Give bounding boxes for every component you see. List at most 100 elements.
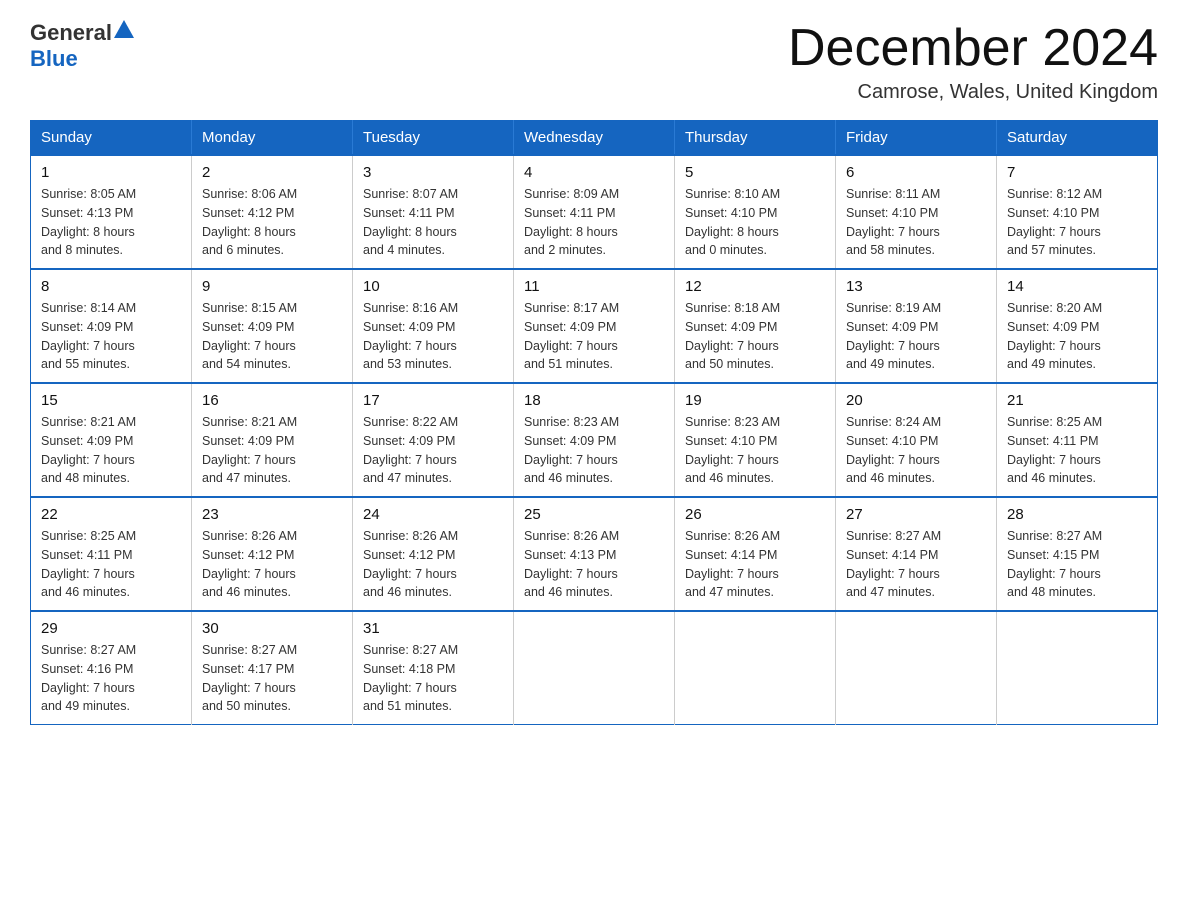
- day-info: Sunrise: 8:27 AM Sunset: 4:15 PM Dayligh…: [1007, 527, 1147, 602]
- header-tuesday: Tuesday: [353, 121, 514, 156]
- day-info: Sunrise: 8:07 AM Sunset: 4:11 PM Dayligh…: [363, 185, 503, 260]
- calendar-cell: 8 Sunrise: 8:14 AM Sunset: 4:09 PM Dayli…: [31, 269, 192, 383]
- day-number: 28: [1007, 506, 1147, 523]
- page-header: General Blue December 2024 Camrose, Wale…: [30, 20, 1158, 104]
- header-sunday: Sunday: [31, 121, 192, 156]
- day-info: Sunrise: 8:09 AM Sunset: 4:11 PM Dayligh…: [524, 185, 664, 260]
- day-number: 26: [685, 506, 825, 523]
- day-info: Sunrise: 8:21 AM Sunset: 4:09 PM Dayligh…: [202, 413, 342, 488]
- day-number: 5: [685, 164, 825, 181]
- day-info: Sunrise: 8:27 AM Sunset: 4:16 PM Dayligh…: [41, 641, 181, 716]
- calendar-body: 1 Sunrise: 8:05 AM Sunset: 4:13 PM Dayli…: [31, 155, 1158, 725]
- logo: General Blue: [30, 20, 134, 72]
- day-info: Sunrise: 8:18 AM Sunset: 4:09 PM Dayligh…: [685, 299, 825, 374]
- calendar-cell: 7 Sunrise: 8:12 AM Sunset: 4:10 PM Dayli…: [997, 155, 1158, 269]
- day-number: 8: [41, 278, 181, 295]
- day-number: 13: [846, 278, 986, 295]
- day-info: Sunrise: 8:22 AM Sunset: 4:09 PM Dayligh…: [363, 413, 503, 488]
- calendar-cell: 29 Sunrise: 8:27 AM Sunset: 4:16 PM Dayl…: [31, 611, 192, 725]
- calendar-cell: 26 Sunrise: 8:26 AM Sunset: 4:14 PM Dayl…: [675, 497, 836, 611]
- day-info: Sunrise: 8:24 AM Sunset: 4:10 PM Dayligh…: [846, 413, 986, 488]
- calendar-cell: [836, 611, 997, 725]
- day-number: 11: [524, 278, 664, 295]
- calendar-cell: 28 Sunrise: 8:27 AM Sunset: 4:15 PM Dayl…: [997, 497, 1158, 611]
- calendar-cell: 5 Sunrise: 8:10 AM Sunset: 4:10 PM Dayli…: [675, 155, 836, 269]
- day-number: 30: [202, 620, 342, 637]
- weekday-header-row: Sunday Monday Tuesday Wednesday Thursday…: [31, 121, 1158, 156]
- calendar-cell: 11 Sunrise: 8:17 AM Sunset: 4:09 PM Dayl…: [514, 269, 675, 383]
- day-number: 23: [202, 506, 342, 523]
- calendar-cell: 30 Sunrise: 8:27 AM Sunset: 4:17 PM Dayl…: [192, 611, 353, 725]
- day-info: Sunrise: 8:21 AM Sunset: 4:09 PM Dayligh…: [41, 413, 181, 488]
- header-thursday: Thursday: [675, 121, 836, 156]
- calendar-cell: [997, 611, 1158, 725]
- calendar-cell: 17 Sunrise: 8:22 AM Sunset: 4:09 PM Dayl…: [353, 383, 514, 497]
- calendar-cell: 31 Sunrise: 8:27 AM Sunset: 4:18 PM Dayl…: [353, 611, 514, 725]
- logo-general-text: General: [30, 20, 112, 46]
- day-info: Sunrise: 8:15 AM Sunset: 4:09 PM Dayligh…: [202, 299, 342, 374]
- day-number: 27: [846, 506, 986, 523]
- day-info: Sunrise: 8:23 AM Sunset: 4:10 PM Dayligh…: [685, 413, 825, 488]
- day-number: 17: [363, 392, 503, 409]
- day-info: Sunrise: 8:17 AM Sunset: 4:09 PM Dayligh…: [524, 299, 664, 374]
- day-number: 7: [1007, 164, 1147, 181]
- day-info: Sunrise: 8:12 AM Sunset: 4:10 PM Dayligh…: [1007, 185, 1147, 260]
- calendar-week-row: 1 Sunrise: 8:05 AM Sunset: 4:13 PM Dayli…: [31, 155, 1158, 269]
- calendar-cell: 10 Sunrise: 8:16 AM Sunset: 4:09 PM Dayl…: [353, 269, 514, 383]
- calendar-week-row: 22 Sunrise: 8:25 AM Sunset: 4:11 PM Dayl…: [31, 497, 1158, 611]
- calendar-week-row: 29 Sunrise: 8:27 AM Sunset: 4:16 PM Dayl…: [31, 611, 1158, 725]
- day-info: Sunrise: 8:23 AM Sunset: 4:09 PM Dayligh…: [524, 413, 664, 488]
- header-friday: Friday: [836, 121, 997, 156]
- day-info: Sunrise: 8:26 AM Sunset: 4:14 PM Dayligh…: [685, 527, 825, 602]
- calendar-cell: 20 Sunrise: 8:24 AM Sunset: 4:10 PM Dayl…: [836, 383, 997, 497]
- day-info: Sunrise: 8:25 AM Sunset: 4:11 PM Dayligh…: [1007, 413, 1147, 488]
- day-info: Sunrise: 8:19 AM Sunset: 4:09 PM Dayligh…: [846, 299, 986, 374]
- location-title: Camrose, Wales, United Kingdom: [788, 81, 1158, 104]
- calendar-table: Sunday Monday Tuesday Wednesday Thursday…: [30, 120, 1158, 725]
- day-number: 1: [41, 164, 181, 181]
- header-wednesday: Wednesday: [514, 121, 675, 156]
- calendar-cell: 21 Sunrise: 8:25 AM Sunset: 4:11 PM Dayl…: [997, 383, 1158, 497]
- calendar-week-row: 15 Sunrise: 8:21 AM Sunset: 4:09 PM Dayl…: [31, 383, 1158, 497]
- day-info: Sunrise: 8:27 AM Sunset: 4:18 PM Dayligh…: [363, 641, 503, 716]
- logo-triangle-icon: [114, 20, 134, 38]
- calendar-cell: [514, 611, 675, 725]
- day-number: 6: [846, 164, 986, 181]
- day-info: Sunrise: 8:14 AM Sunset: 4:09 PM Dayligh…: [41, 299, 181, 374]
- day-info: Sunrise: 8:26 AM Sunset: 4:13 PM Dayligh…: [524, 527, 664, 602]
- day-number: 14: [1007, 278, 1147, 295]
- month-title: December 2024: [788, 20, 1158, 77]
- day-info: Sunrise: 8:06 AM Sunset: 4:12 PM Dayligh…: [202, 185, 342, 260]
- calendar-cell: 2 Sunrise: 8:06 AM Sunset: 4:12 PM Dayli…: [192, 155, 353, 269]
- day-info: Sunrise: 8:16 AM Sunset: 4:09 PM Dayligh…: [363, 299, 503, 374]
- day-number: 15: [41, 392, 181, 409]
- day-number: 16: [202, 392, 342, 409]
- calendar-week-row: 8 Sunrise: 8:14 AM Sunset: 4:09 PM Dayli…: [31, 269, 1158, 383]
- day-number: 24: [363, 506, 503, 523]
- day-number: 3: [363, 164, 503, 181]
- day-number: 10: [363, 278, 503, 295]
- day-number: 4: [524, 164, 664, 181]
- calendar-cell: 22 Sunrise: 8:25 AM Sunset: 4:11 PM Dayl…: [31, 497, 192, 611]
- calendar-cell: 13 Sunrise: 8:19 AM Sunset: 4:09 PM Dayl…: [836, 269, 997, 383]
- calendar-cell: 18 Sunrise: 8:23 AM Sunset: 4:09 PM Dayl…: [514, 383, 675, 497]
- calendar-cell: 14 Sunrise: 8:20 AM Sunset: 4:09 PM Dayl…: [997, 269, 1158, 383]
- calendar-cell: 9 Sunrise: 8:15 AM Sunset: 4:09 PM Dayli…: [192, 269, 353, 383]
- calendar-cell: 3 Sunrise: 8:07 AM Sunset: 4:11 PM Dayli…: [353, 155, 514, 269]
- day-number: 22: [41, 506, 181, 523]
- calendar-cell: 27 Sunrise: 8:27 AM Sunset: 4:14 PM Dayl…: [836, 497, 997, 611]
- day-info: Sunrise: 8:27 AM Sunset: 4:14 PM Dayligh…: [846, 527, 986, 602]
- day-number: 18: [524, 392, 664, 409]
- day-number: 25: [524, 506, 664, 523]
- title-section: December 2024 Camrose, Wales, United Kin…: [788, 20, 1158, 104]
- day-number: 21: [1007, 392, 1147, 409]
- calendar-header: Sunday Monday Tuesday Wednesday Thursday…: [31, 121, 1158, 156]
- day-info: Sunrise: 8:05 AM Sunset: 4:13 PM Dayligh…: [41, 185, 181, 260]
- header-saturday: Saturday: [997, 121, 1158, 156]
- calendar-cell: [675, 611, 836, 725]
- day-number: 2: [202, 164, 342, 181]
- calendar-cell: 24 Sunrise: 8:26 AM Sunset: 4:12 PM Dayl…: [353, 497, 514, 611]
- calendar-cell: 15 Sunrise: 8:21 AM Sunset: 4:09 PM Dayl…: [31, 383, 192, 497]
- calendar-cell: 23 Sunrise: 8:26 AM Sunset: 4:12 PM Dayl…: [192, 497, 353, 611]
- day-number: 9: [202, 278, 342, 295]
